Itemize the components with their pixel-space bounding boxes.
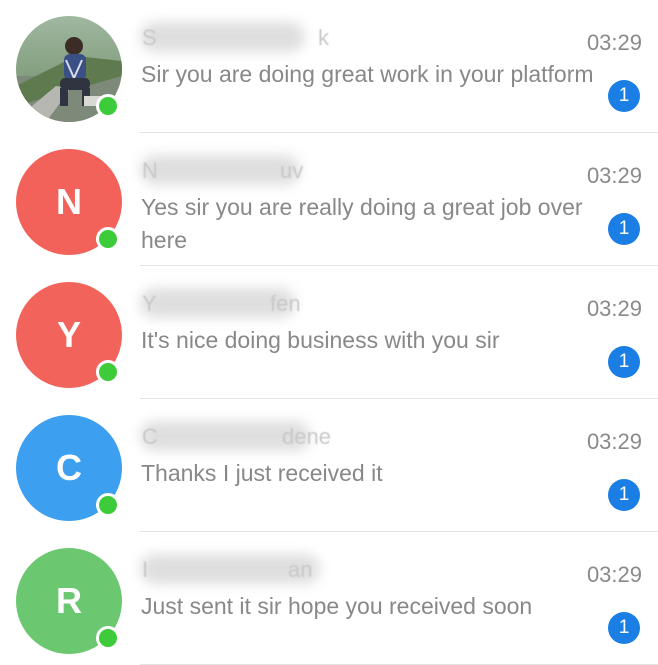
contact-name-end: an [288, 557, 313, 582]
unread-badge: 1 [608, 479, 640, 511]
contact-name-redacted [140, 22, 305, 52]
avatar[interactable] [16, 16, 122, 122]
contact-name-start: Y [142, 291, 157, 316]
chat-row[interactable]: R I an 03:29 Just sent it sir hope you r… [0, 532, 658, 665]
online-status-dot [96, 227, 120, 251]
unread-badge: 1 [608, 346, 640, 378]
avatar[interactable]: Y [16, 282, 122, 388]
chat-row[interactable]: S k 03:29 Sir you are doing great work i… [0, 0, 658, 133]
avatar[interactable]: R [16, 548, 122, 654]
message-time: 03:29 [586, 296, 642, 321]
contact-name-end: fen [270, 291, 301, 316]
contact-name-end: uv [280, 158, 304, 183]
unread-badge: 1 [608, 612, 640, 644]
message-preview: Just sent it sir hope you received soon [141, 593, 533, 619]
contact-name-start: S [142, 25, 157, 50]
contact-name-start: I [142, 557, 149, 582]
online-status-dot [96, 626, 120, 650]
contact-name-redacted [140, 155, 300, 185]
message-time: 03:29 [586, 163, 642, 188]
online-status-dot [96, 360, 120, 384]
chat-row[interactable]: N N uv 03:29 Yes sir you are really doin… [0, 133, 658, 266]
contact-name-start: N [142, 158, 158, 183]
chat-list: S k 03:29 Sir you are doing great work i… [0, 0, 658, 665]
message-time: 03:29 [586, 562, 642, 587]
message-preview: It's nice doing business with you sir [141, 327, 500, 353]
contact-name-start: C [142, 424, 158, 449]
chat-row[interactable]: Y Y fen 03:29 It's nice doing business w… [0, 266, 658, 399]
chat-row[interactable]: C C dene 03:29 Thanks I just received it… [0, 399, 658, 532]
unread-badge: 1 [608, 80, 640, 112]
message-preview: Yes sir you are really doing a great job… [141, 194, 583, 253]
message-time: 03:29 [586, 429, 642, 454]
contact-name-end: dene [282, 424, 331, 449]
message-time: 03:29 [586, 30, 642, 55]
message-preview: Thanks I just received it [141, 460, 383, 486]
avatar[interactable]: N [16, 149, 122, 255]
avatar[interactable]: C [16, 415, 122, 521]
contact-name-end: k [318, 25, 329, 50]
online-status-dot [96, 94, 120, 118]
unread-badge: 1 [608, 213, 640, 245]
message-preview: Sir you are doing great work in your pla… [141, 61, 594, 87]
online-status-dot [96, 493, 120, 517]
